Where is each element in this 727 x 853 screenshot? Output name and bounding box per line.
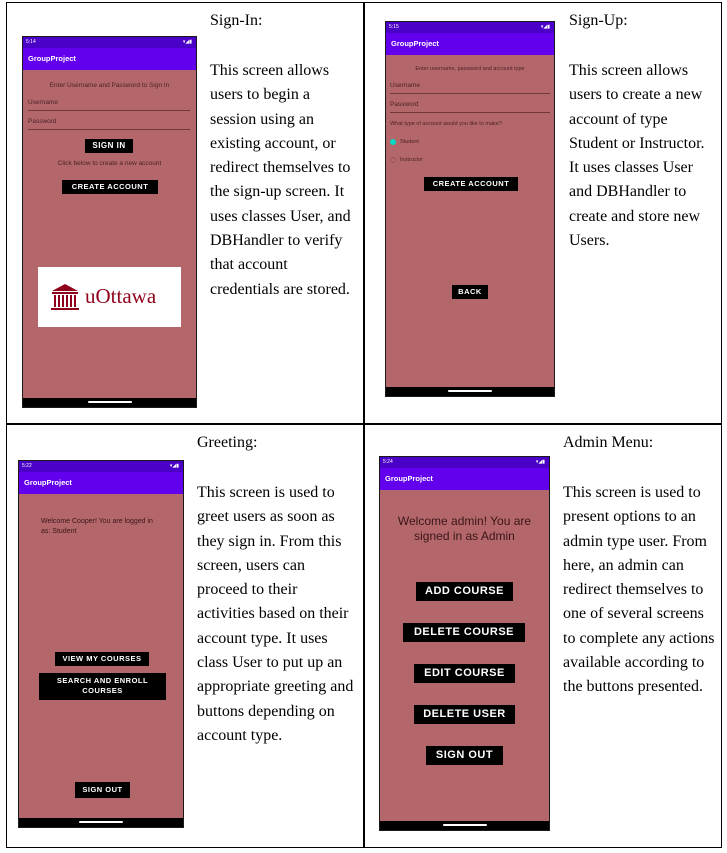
password-field[interactable]: Password <box>390 101 550 113</box>
nav-bar <box>23 398 196 407</box>
home-indicator[interactable] <box>79 821 123 823</box>
edit-course-button[interactable]: EDIT COURSE <box>414 664 515 683</box>
instructor-radio[interactable] <box>390 157 396 163</box>
signal-battery-icon: ▾◢▮ <box>540 24 550 30</box>
signal-battery-icon: ▾◢▮ <box>169 463 179 469</box>
username-field[interactable]: Username <box>28 99 190 111</box>
instructor-option-label: Instructor <box>400 157 423 163</box>
student-radio[interactable] <box>390 139 396 145</box>
status-time: 5:15 <box>389 24 399 30</box>
back-button[interactable]: BACK <box>452 285 488 299</box>
signup-phone-screen: 5:15 ▾◢▮ GroupProject Enter username, pa… <box>385 21 555 397</box>
status-bar: 5:24 ▾◢▮ <box>380 457 549 468</box>
table-divider-vertical <box>363 2 365 848</box>
signup-caption-title: Sign-Up: <box>569 12 628 29</box>
table-divider-horizontal <box>6 423 722 425</box>
logo-wordmark: uOttawa <box>85 284 157 308</box>
greeting-caption-body: This screen is used to greet users as so… <box>197 484 354 744</box>
nav-bar <box>386 387 554 396</box>
nav-bar <box>380 821 549 830</box>
signal-battery-icon: ▾◢▮ <box>182 39 192 45</box>
uottawa-logo: uOttawa <box>38 267 181 327</box>
signup-prompt: Enter username, password and account typ… <box>415 66 525 72</box>
admin-caption-body: This screen is used to present options t… <box>563 484 715 696</box>
view-my-courses-button[interactable]: VIEW MY COURSES <box>55 652 149 666</box>
admin-phone-screen: 5:24 ▾◢▮ GroupProject Welcome admin! You… <box>379 456 550 831</box>
app-title: GroupProject <box>386 33 554 55</box>
password-field[interactable]: Password <box>28 118 190 130</box>
signin-caption-title: Sign-In: <box>210 12 263 29</box>
create-account-hint: Click below to create a new account <box>57 160 162 167</box>
home-indicator[interactable] <box>448 390 492 392</box>
signin-prompt: Enter Username and Password to Sign In <box>49 82 170 89</box>
admin-caption-title: Admin Menu: <box>563 434 654 451</box>
app-title: GroupProject <box>19 472 183 494</box>
create-account-button[interactable]: CREATE ACCOUNT <box>424 177 518 191</box>
delete-course-button[interactable]: DELETE COURSE <box>403 623 525 642</box>
signup-caption-body: This screen allows users to create a new… <box>569 62 705 250</box>
status-time: 5:24 <box>383 459 393 465</box>
status-bar: 5:15 ▾◢▮ <box>386 22 554 33</box>
username-field[interactable]: Username <box>390 82 550 94</box>
status-time: 5:22 <box>22 463 32 469</box>
status-time: 5:14 <box>26 39 36 45</box>
sign-out-button[interactable]: SIGN OUT <box>426 746 503 765</box>
welcome-message: Welcome admin! You are signed in as Admi… <box>397 514 532 543</box>
greeting-phone-screen: 5:22 ▾◢▮ GroupProject Welcome Cooper! Yo… <box>18 460 184 828</box>
signin-phone-screen: 5:14 ▾◢▮ GroupProject Enter Username and… <box>22 36 197 408</box>
search-and-enroll-button[interactable]: SEARCH AND ENROLL COURSES <box>39 673 166 700</box>
welcome-message: Welcome Cooper! You are logged in as: St… <box>41 518 153 535</box>
status-bar: 5:22 ▾◢▮ <box>19 461 183 472</box>
home-indicator[interactable] <box>442 824 487 826</box>
app-title: GroupProject <box>380 468 549 490</box>
sign-in-button[interactable]: SIGN IN <box>85 139 133 153</box>
home-indicator[interactable] <box>87 401 132 403</box>
app-title: GroupProject <box>23 48 196 70</box>
signal-battery-icon: ▾◢▮ <box>535 459 545 465</box>
status-bar: 5:14 ▾◢▮ <box>23 37 196 48</box>
sign-out-button[interactable]: SIGN OUT <box>75 782 130 798</box>
student-option-label: Student <box>400 139 419 145</box>
add-course-button[interactable]: ADD COURSE <box>416 582 513 601</box>
account-type-question: What type of account would you like to m… <box>390 121 502 127</box>
delete-user-button[interactable]: DELETE USER <box>414 705 515 724</box>
greeting-caption-title: Greeting: <box>197 434 258 451</box>
create-account-button[interactable]: CREATE ACCOUNT <box>62 180 158 194</box>
nav-bar <box>19 818 183 827</box>
signin-caption-body: This screen allows users to begin a sess… <box>210 62 351 298</box>
